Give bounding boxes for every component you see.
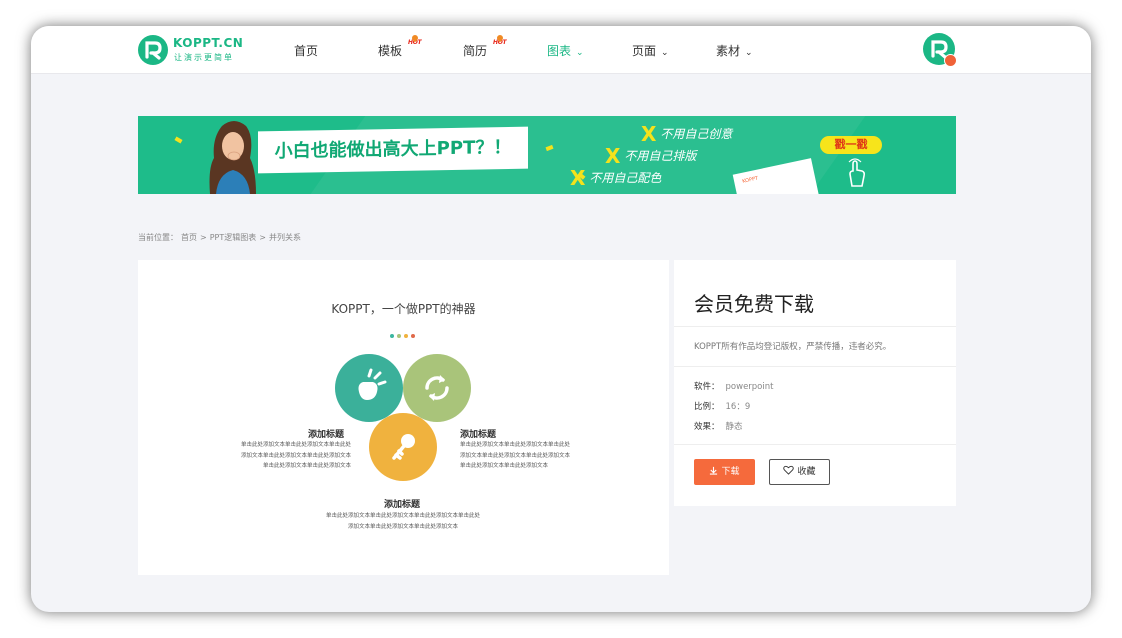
dot <box>411 334 415 338</box>
meta-ratio: 比例： 16：9 <box>694 400 750 412</box>
meta-value: 16：9 <box>725 402 751 412</box>
breadcrumb-prefix: 当前位置： <box>138 233 178 242</box>
cross-icon: X <box>605 144 621 168</box>
breadcrumb-item-home[interactable]: 首页 <box>181 233 197 242</box>
download-button[interactable]: 下载 <box>694 459 755 485</box>
block-text-bottom: 单击此处添加文本单击此处添加文本单击此处添加文本单击此处 添加文本单击此处添加文… <box>288 511 518 532</box>
logo-name: KOPPT.CN <box>173 36 244 50</box>
vip-badge-icon <box>944 54 957 67</box>
banner-feature: X 不用自己创意 <box>641 122 732 146</box>
block-text-right: 单击此处添加文本单击此处添加文本单击此处添加文本单击此处添加文本单击此处添加文本… <box>460 442 571 469</box>
slide-title: KOPPT，一个做PPT的神器 <box>331 302 476 316</box>
hand-pointer-icon <box>848 158 866 187</box>
block-text-bottom-line: 单击此处添加文本单击此处添加文本单击此处添加文本单击此处 <box>325 513 480 519</box>
nav-item-materials-label: 素材 <box>716 44 741 58</box>
dot <box>404 334 408 338</box>
chevron-down-icon: ⌄ <box>745 48 753 58</box>
banner-headline: 小白也能做出高大上PPT？！ <box>258 126 528 174</box>
block-title-bottom: 添加标题 <box>384 500 421 510</box>
nav-item-charts[interactable]: 图表 ⌄ <box>547 42 584 59</box>
download-icon <box>710 466 718 475</box>
divider <box>674 366 956 367</box>
confetti-icon <box>174 136 183 144</box>
block-title-right: 添加标题 <box>460 430 497 440</box>
nav-item-pages-label: 页面 <box>632 44 657 58</box>
chevron-down-icon: ⌄ <box>576 48 584 58</box>
nav-item-charts-label: 图表 <box>547 44 572 58</box>
bubble-key <box>369 413 437 481</box>
user-avatar[interactable] <box>923 33 957 67</box>
copyright-note: KOPPT所有作品均登记版权，严禁传播，违者必究。 <box>694 342 892 352</box>
dot <box>397 334 401 338</box>
banner-poke-button[interactable]: 戳一戳 <box>820 136 882 154</box>
banner-feature-text: 不用自己排版 <box>624 149 697 163</box>
favorite-button-label: 收藏 <box>797 467 816 477</box>
banner-feature: X 不用自己排版 <box>605 144 696 168</box>
meta-key: 效果： <box>694 422 720 432</box>
download-button-label: 下载 <box>721 467 740 477</box>
browser-window: KOPPT.CN 让演示更简单 首页 模板 HOT 简历 HOT 图表 ⌄ 页面 ⌄… <box>31 26 1091 612</box>
meta-value: 静态 <box>725 422 743 432</box>
refresh-icon <box>425 375 449 401</box>
nav-item-templates[interactable]: 模板 <box>378 42 402 59</box>
slide-preview: KOPPT，一个做PPT的神器 添加标题 单击此处添加文本单击此处添加文本单击此… <box>138 260 669 575</box>
block-text-bottom-line: 添加文本单击此处添加文本单击此处添加文本 <box>347 523 458 530</box>
top-nav: KOPPT.CN 让演示更简单 首页 模板 HOT 简历 HOT 图表 ⌄ 页面 ⌄… <box>31 26 1091 74</box>
meta-software: 软件： powerpoint <box>694 380 773 392</box>
dot <box>390 334 394 338</box>
download-panel: 会员免费下载 KOPPT所有作品均登记版权，严禁传播，违者必究。 软件： powe… <box>674 260 956 506</box>
breadcrumb-item-current[interactable]: 并列关系 <box>269 233 301 242</box>
meta-effect: 效果： 静态 <box>694 420 743 432</box>
paper-text: KOPPT <box>741 175 759 185</box>
title-dots <box>390 323 418 338</box>
breadcrumb-separator: > <box>200 233 207 242</box>
cross-icon: X <box>570 166 586 190</box>
panel-title: 会员免费下载 <box>694 292 814 316</box>
bubble-refresh <box>403 354 471 422</box>
meta-key: 软件： <box>694 382 720 392</box>
breadcrumb-separator: > <box>259 233 266 242</box>
meta-key: 比例： <box>694 402 720 412</box>
divider <box>674 444 956 445</box>
hand-icon <box>358 368 387 400</box>
heart-icon <box>783 465 795 475</box>
banner-feature-text: 不用自己创意 <box>660 127 733 141</box>
hot-badge-templates: HOT <box>408 39 422 46</box>
block-text-left: 单击此处添加文本单击此处添加文本单击此处添加文本单击此处添加文本单击此处添加文本… <box>241 442 352 469</box>
bubble-hand <box>335 354 403 422</box>
breadcrumb-item-category[interactable]: PPT逻辑图表 <box>210 233 257 242</box>
divider <box>674 326 956 327</box>
favorite-button[interactable]: 收藏 <box>769 459 830 485</box>
logo-slogan: 让演示更简单 <box>174 53 234 62</box>
banner-feature-text: 不用自己配色 <box>589 171 662 185</box>
chevron-down-icon: ⌄ <box>661 48 669 58</box>
block-title-left: 添加标题 <box>308 430 345 440</box>
key-icon <box>392 434 415 460</box>
nav-item-resume[interactable]: 简历 <box>463 42 487 59</box>
promo-banner[interactable]: 小白也能做出高大上PPT？！ X 不用自己创意 X 不用自己排版 X 不用自己配色 K… <box>138 116 956 194</box>
nav-item-home[interactable]: 首页 <box>294 42 318 59</box>
banner-feature: X 不用自己配色 <box>570 166 661 190</box>
breadcrumb: 当前位置： 首页 > PPT逻辑图表 > 并列关系 <box>138 232 304 243</box>
nav-item-materials[interactable]: 素材 ⌄ <box>716 42 753 59</box>
cross-icon: X <box>641 122 657 146</box>
hot-badge-resume: HOT <box>493 39 507 46</box>
nav-item-pages[interactable]: 页面 ⌄ <box>632 42 669 59</box>
girl-illustration-icon <box>209 121 256 194</box>
meta-value: powerpoint <box>725 382 774 392</box>
logo-mark-icon <box>138 35 168 65</box>
